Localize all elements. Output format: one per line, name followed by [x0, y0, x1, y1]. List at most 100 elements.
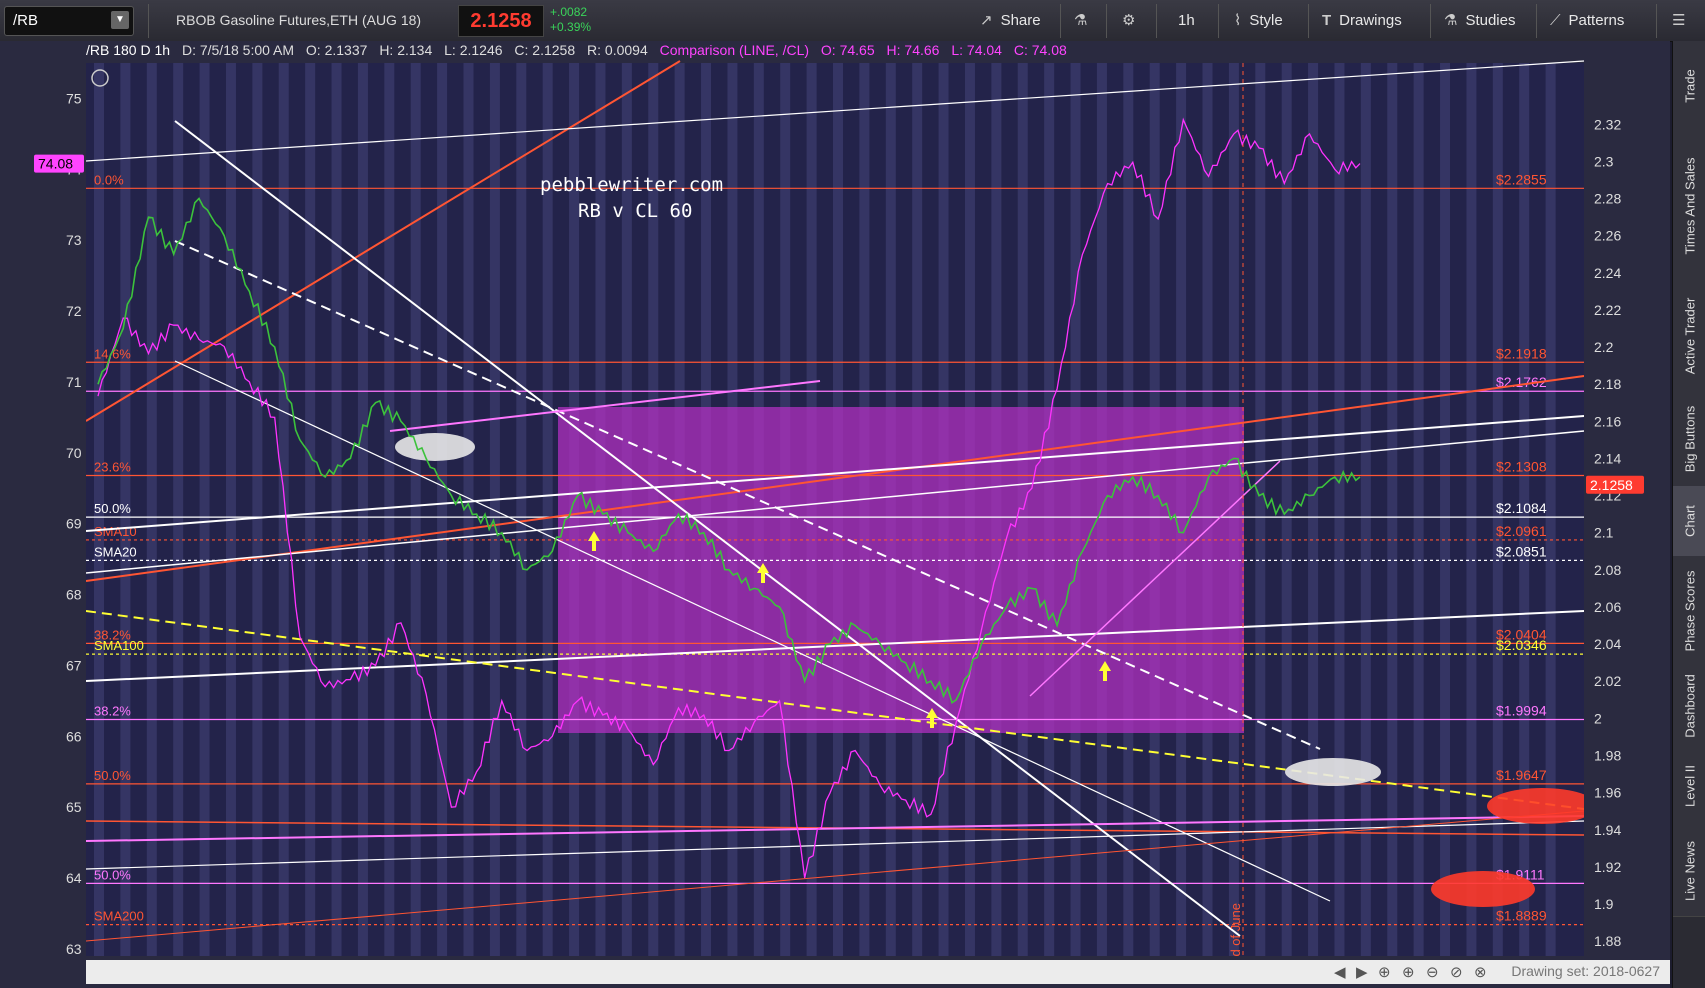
patterns-button[interactable]: ⟋ Patterns	[1550, 8, 1624, 34]
side-tab-phase-scores[interactable]: Phase Scores	[1673, 556, 1705, 667]
left-axis-tick-label: 66	[66, 728, 82, 744]
flask-icon: ⚗	[1444, 12, 1458, 29]
fib-level-label: SMA200	[94, 909, 144, 924]
session-stripe	[305, 63, 316, 956]
fib-price-label: $1.8889	[1496, 908, 1547, 924]
fib-price-label: $2.0851	[1496, 543, 1547, 559]
right-axis-tick-label: 2.22	[1594, 302, 1621, 318]
change-percent: +0.39%	[550, 20, 592, 34]
side-tab-trade[interactable]: Trade	[1673, 41, 1705, 132]
chart-info-row: /RB 180 D 1h D: 7/5/18 5:00 AM O: 2.1337…	[86, 42, 1075, 62]
gear-icon: ⚙	[1122, 12, 1136, 29]
fib-level-label: 14.6%	[94, 346, 131, 361]
left-axis-tick-label: 64	[66, 870, 82, 886]
side-tab-big-buttons[interactable]: Big Buttons	[1673, 391, 1705, 487]
fit-icon[interactable]: ⊗	[1474, 963, 1487, 981]
settings-button[interactable]: ⚙	[1122, 8, 1143, 34]
divider	[1656, 4, 1657, 38]
fib-price-label: $1.9647	[1496, 767, 1547, 783]
fib-price-label: $2.2855	[1496, 171, 1547, 187]
cmp-close: C: 74.08	[1013, 42, 1067, 58]
zoom-reset-icon[interactable]: ⊘	[1450, 963, 1463, 981]
scroll-left-icon[interactable]: ◀	[1334, 963, 1346, 981]
bar-date: D: 7/5/18 5:00 AM	[181, 42, 295, 58]
side-tab-live-news[interactable]: Live News	[1673, 826, 1705, 917]
side-tab-times-and-sales[interactable]: Times And Sales	[1673, 131, 1705, 282]
left-axis-tick-label: 71	[66, 374, 82, 390]
chart-area[interactable]: 0.0% $2.2855 14.6% $2.1918 $2.1762 23.6% $2.13…	[0, 41, 1670, 988]
zoom-in-icon[interactable]: ⊕	[1402, 963, 1415, 981]
flask-button[interactable]: ⚗	[1074, 8, 1095, 34]
left-axis-tick-label: 65	[66, 799, 82, 815]
chart-canvas[interactable]: 0.0% $2.285514.6% $2.1918$2.176223.6% $2.13…	[0, 41, 1670, 988]
style-button[interactable]: ⌇ Style	[1234, 8, 1283, 34]
fib-level-label: 23.6%	[94, 460, 131, 475]
session-stripe	[1308, 63, 1319, 956]
right-axis-tick-label: 2.02	[1594, 673, 1621, 689]
right-axis-tick-label: 1.92	[1594, 859, 1621, 875]
text-tool-icon: T	[1322, 12, 1332, 29]
zoom-out-icon[interactable]: ⊖	[1426, 963, 1439, 981]
side-tab-level-ii[interactable]: Level II	[1673, 746, 1705, 827]
menu-button[interactable]: ☰	[1672, 8, 1693, 34]
side-tab-active-trader[interactable]: Active Trader	[1673, 281, 1705, 392]
right-axis-tick-label: 2.18	[1594, 376, 1621, 392]
fib-level-label: 0.0%	[94, 172, 124, 187]
left-axis-tick-label: 69	[66, 516, 82, 532]
side-tab-label: Active Trader	[1682, 297, 1697, 375]
session-stripe	[1440, 63, 1451, 956]
fib-price-label: $2.0961	[1496, 523, 1547, 539]
session-stripe	[542, 63, 553, 956]
divider	[1430, 4, 1431, 38]
divider	[1156, 4, 1157, 38]
right-axis-tick-label: 2.1	[1594, 525, 1614, 541]
highlight-ellipse	[1285, 758, 1381, 786]
session-stripe	[1360, 63, 1371, 956]
studies-button[interactable]: ⚗ Studies	[1444, 8, 1516, 34]
left-axis-background	[0, 63, 86, 956]
drawing-set-label: Drawing set: 2018-0627	[1511, 963, 1660, 979]
right-axis-tick-label: 2.32	[1594, 116, 1621, 132]
patterns-label: Patterns	[1568, 12, 1625, 29]
right-axis-tick-label: 1.98	[1594, 747, 1621, 763]
drawings-button[interactable]: T Drawings	[1322, 8, 1402, 34]
last-price: 2.1258	[458, 5, 544, 37]
cmp-high: H: 74.66	[886, 42, 940, 58]
right-axis-tick-label: 2.26	[1594, 228, 1621, 244]
side-tab-label: Live News	[1682, 841, 1697, 901]
symbol-text: /RB	[13, 12, 39, 29]
session-stripe	[1413, 63, 1424, 956]
fib-price-label: $2.1308	[1496, 459, 1547, 475]
right-axis-tick-label: 2.16	[1594, 413, 1621, 429]
highlight-ellipse	[395, 433, 475, 461]
right-axis-tick-label: 1.9	[1594, 896, 1614, 912]
side-tab-dashboard[interactable]: Dashboard	[1673, 666, 1705, 747]
fib-price-label: $1.9994	[1496, 702, 1547, 718]
chart-title: pebblewriter.com	[540, 174, 723, 196]
cmp-open: O: 74.65	[820, 42, 875, 58]
right-axis-tick-label: 2.3	[1594, 153, 1614, 169]
fib-price-label: $2.1918	[1496, 345, 1547, 361]
right-axis-tick-label: 2.2	[1594, 339, 1614, 355]
share-button[interactable]: ↗ Share	[980, 8, 1041, 34]
change-value: +.0082	[550, 5, 588, 19]
symbol-selector[interactable]: /RB ▼	[4, 6, 134, 36]
side-tab-chart[interactable]: Chart	[1673, 486, 1705, 557]
side-tab-label: Phase Scores	[1682, 570, 1697, 652]
top-toolbar: /RB ▼ RBOB Gasoline Futures,ETH (AUG 18)…	[0, 0, 1705, 42]
session-stripe	[410, 63, 421, 956]
comparison-label: Comparison (LINE, /CL)	[659, 42, 810, 58]
crosshair-icon[interactable]: ⊕	[1378, 963, 1391, 981]
session-stripe	[1387, 63, 1398, 956]
style-icon: ⌇	[1234, 12, 1242, 29]
menu-icon: ☰	[1672, 12, 1686, 29]
session-stripe	[278, 63, 289, 956]
divider	[1106, 4, 1107, 38]
session-stripe	[516, 63, 527, 956]
right-axis-tick-label: 2.14	[1594, 450, 1621, 466]
fib-level-label: 38.2%	[94, 703, 131, 718]
side-tab-label: Big Buttons	[1682, 405, 1697, 472]
chevron-down-icon[interactable]: ▼	[111, 11, 129, 29]
scroll-right-icon[interactable]: ▶	[1356, 963, 1368, 981]
timeframe-button[interactable]: 1h	[1178, 8, 1195, 34]
